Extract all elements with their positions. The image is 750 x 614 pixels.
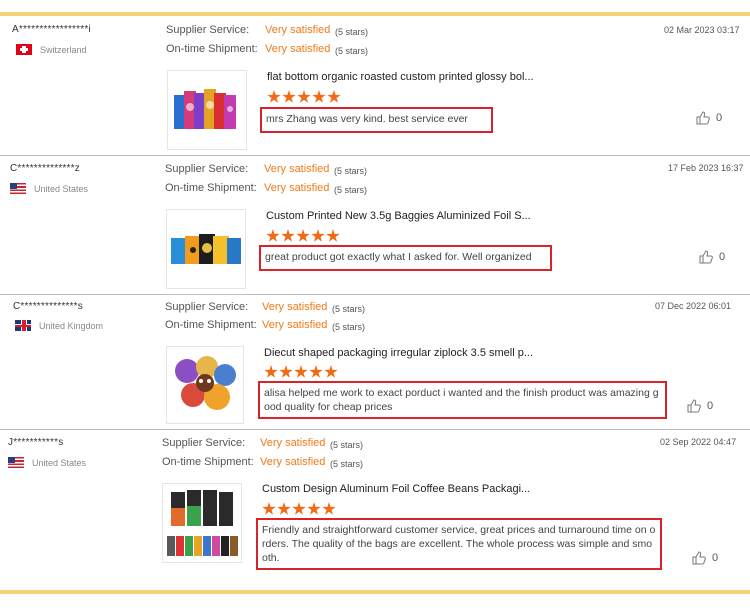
flag-usa-icon [8, 457, 24, 468]
product-image-bags [174, 89, 236, 129]
supplier-rating-text: Very satisfied [265, 24, 331, 36]
reviewer-country: United Kingdom [15, 320, 103, 331]
supplier-rating-text: Very satisfied [260, 437, 326, 449]
like-button[interactable]: 0 [696, 111, 722, 125]
flag-usa-icon [10, 183, 26, 194]
reviewer-name: A*****************i [12, 24, 91, 35]
like-button[interactable]: 0 [699, 250, 725, 264]
star-icon [326, 229, 340, 242]
star-icon [279, 365, 293, 378]
review-divider [0, 429, 750, 430]
star-icon [281, 229, 295, 242]
product-thumbnail[interactable] [167, 70, 247, 150]
bottom-border [0, 590, 750, 594]
thumbs-up-icon [687, 399, 701, 413]
review-date: 17 Feb 2023 16:37 [668, 163, 744, 173]
product-thumbnail[interactable] [162, 483, 242, 563]
supplier-stars-note: (5 stars) [332, 304, 366, 314]
review-divider [0, 294, 750, 295]
shipment-rating-text: Very satisfied [260, 456, 326, 468]
product-thumbnail[interactable] [166, 209, 246, 289]
supplier-stars-note: (5 stars) [330, 440, 364, 450]
ontime-shipment-label: On-time Shipment: [166, 43, 258, 55]
like-count: 0 [712, 552, 719, 564]
reviewer-name: C**************z [10, 163, 80, 174]
star-icon [294, 365, 308, 378]
supplier-service-label: Supplier Service: [162, 437, 246, 449]
star-icon [311, 229, 325, 242]
star-icon [296, 229, 310, 242]
shipment-rating-text: Very satisfied [264, 182, 330, 194]
thumbs-up-icon [696, 111, 710, 125]
star-icon [322, 502, 336, 515]
star-icon [264, 365, 278, 378]
shipment-stars-note: (5 stars) [332, 322, 366, 332]
review-divider [0, 155, 750, 156]
star-rating [267, 90, 341, 104]
shipment-rating-text: Very satisfied [262, 319, 328, 331]
supplier-service-label: Supplier Service: [165, 163, 249, 175]
flag-switzerland-icon [16, 44, 32, 55]
product-image-diecut-bags [175, 356, 236, 410]
review-comment: alisa helped me work to exact porduct i … [258, 381, 667, 419]
product-title-link[interactable]: Custom Design Aluminum Foil Coffee Beans… [262, 483, 530, 495]
review-date: 07 Dec 2022 06:01 [655, 301, 732, 311]
shipment-stars-note: (5 stars) [335, 46, 369, 56]
review-comment: mrs Zhang was very kind. best service ev… [260, 107, 493, 133]
star-icon [266, 229, 280, 242]
review-comment: great product got exactly what I asked f… [259, 245, 552, 271]
ontime-shipment-label: On-time Shipment: [165, 182, 257, 194]
shipment-stars-note: (5 stars) [334, 185, 368, 195]
product-title-link[interactable]: Diecut shaped packaging irregular ziploc… [264, 347, 533, 359]
star-icon [267, 90, 281, 103]
reviewer-country: United States [8, 457, 86, 468]
supplier-rating-text: Very satisfied [264, 163, 330, 175]
star-icon [297, 90, 311, 103]
star-rating [262, 502, 336, 516]
product-image-coffee-bags [167, 490, 238, 556]
star-icon [277, 502, 291, 515]
star-rating [266, 229, 340, 243]
reviewer-name: C**************s [13, 301, 83, 312]
product-thumbnail[interactable] [166, 346, 244, 424]
supplier-rating-text: Very satisfied [262, 301, 328, 313]
star-icon [312, 90, 326, 103]
shipment-rating-text: Very satisfied [265, 43, 331, 55]
star-icon [327, 90, 341, 103]
supplier-stars-note: (5 stars) [334, 166, 368, 176]
star-icon [292, 502, 306, 515]
reviewer-country: Switzerland [16, 44, 87, 55]
supplier-service-label: Supplier Service: [165, 301, 249, 313]
product-title-link[interactable]: Custom Printed New 3.5g Baggies Aluminiz… [266, 210, 531, 222]
star-icon [282, 90, 296, 103]
like-button[interactable]: 0 [687, 399, 713, 413]
shipment-stars-note: (5 stars) [330, 459, 364, 469]
reviewer-name: J***********s [8, 437, 64, 448]
supplier-stars-note: (5 stars) [335, 27, 369, 37]
supplier-service-label: Supplier Service: [166, 24, 250, 36]
like-count: 0 [719, 251, 726, 263]
product-title-link[interactable]: flat bottom organic roasted custom print… [267, 71, 534, 83]
like-button[interactable]: 0 [692, 551, 718, 565]
star-icon [307, 502, 321, 515]
product-image-bags [171, 234, 241, 264]
top-border [0, 12, 750, 16]
star-icon [324, 365, 338, 378]
review-date: 02 Mar 2023 03:17 [664, 25, 740, 35]
review-comment: Friendly and straightforward customer se… [256, 518, 662, 570]
star-rating [264, 365, 338, 379]
ontime-shipment-label: On-time Shipment: [162, 456, 254, 468]
star-icon [309, 365, 323, 378]
reviewer-country: United States [10, 183, 88, 194]
like-count: 0 [716, 112, 723, 124]
review-date: 02 Sep 2022 04:47 [660, 437, 737, 447]
like-count: 0 [707, 400, 714, 412]
thumbs-up-icon [692, 551, 706, 565]
star-icon [262, 502, 276, 515]
flag-uk-icon [15, 320, 31, 331]
thumbs-up-icon [699, 250, 713, 264]
ontime-shipment-label: On-time Shipment: [165, 319, 257, 331]
